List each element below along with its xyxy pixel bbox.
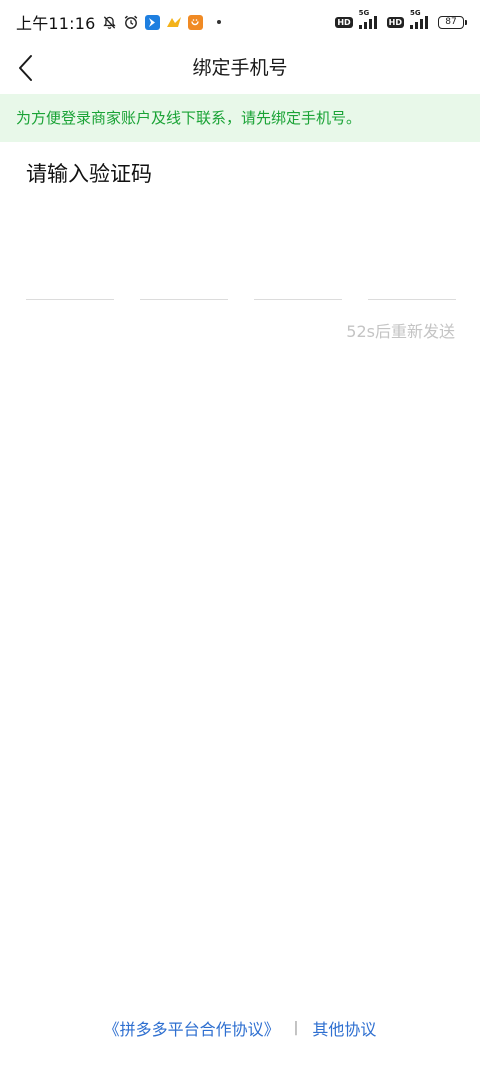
code-digit-1[interactable] <box>26 270 114 300</box>
nav-bar: 绑定手机号 <box>0 44 480 92</box>
notice-banner: 为方便登录商家账户及线下联系，请先绑定手机号。 <box>0 94 480 142</box>
network-type-label-2: 5G <box>410 9 421 17</box>
battery-icon: 87 <box>438 15 467 29</box>
status-time: 上午11:16 <box>16 14 96 33</box>
code-digit-3[interactable] <box>254 270 342 300</box>
footer-agreements: 《拼多多平台合作协议》 | 其他协议 <box>0 1016 480 1040</box>
alarm-clock-icon <box>123 14 139 30</box>
hd-badge-2: HD <box>386 16 404 28</box>
status-bar: 上午11:16 HD 5G HD 5G 87 <box>0 0 480 44</box>
page-title: 绑定手机号 <box>192 57 288 79</box>
bell-muted-icon <box>102 15 117 30</box>
signal-strength-icon: 5G <box>358 9 381 29</box>
code-digit-4[interactable] <box>368 270 456 300</box>
network-type-label: 5G <box>358 9 370 17</box>
app-notification-orange-icon <box>187 14 203 30</box>
other-agreements-link[interactable]: 其他协议 <box>312 1016 376 1040</box>
platform-agreement-link[interactable]: 《拼多多平台合作协议》 <box>104 1016 280 1040</box>
more-notifications-dot <box>216 20 221 24</box>
verification-prompt: 请输入验证码 <box>26 162 152 186</box>
battery-level: 87 <box>445 17 457 27</box>
status-right: HD 5G HD 5G 87 <box>335 9 467 29</box>
code-digit-2[interactable] <box>140 270 228 300</box>
hd-badge: HD <box>335 16 353 28</box>
signal-strength-icon-2: 5G <box>410 9 432 29</box>
verification-code-input[interactable] <box>26 270 456 302</box>
app-notification-blue-icon <box>144 14 160 30</box>
app-notification-yellow-icon <box>166 15 182 29</box>
resend-countdown: 52s后重新发送 <box>346 322 455 341</box>
status-left: 上午11:16 <box>16 10 221 34</box>
footer-separator: | <box>293 1020 299 1036</box>
